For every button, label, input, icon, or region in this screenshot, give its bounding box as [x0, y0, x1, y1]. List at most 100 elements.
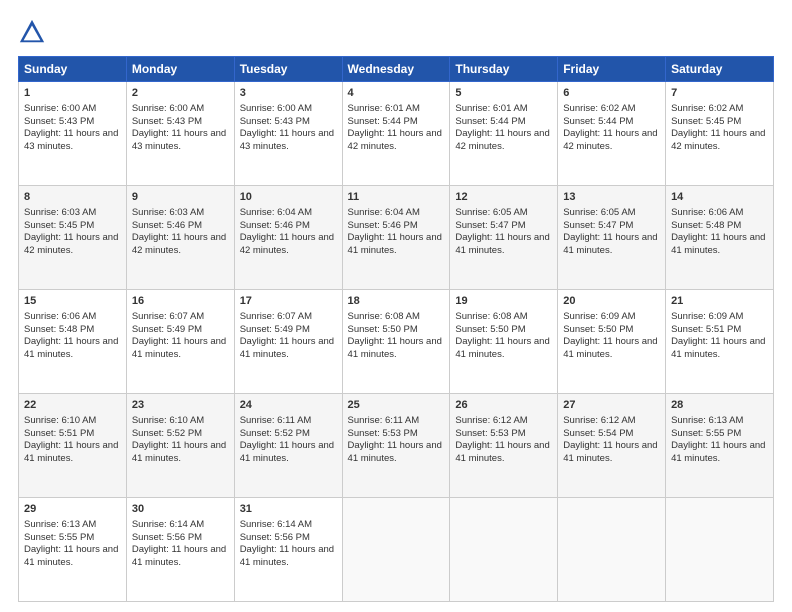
sunset-label: Sunset: 5:48 PM [671, 220, 741, 231]
sunrise-label: Sunrise: 6:10 AM [132, 415, 204, 426]
day-number: 23 [132, 398, 229, 413]
day-number: 13 [563, 190, 660, 205]
sunrise-label: Sunrise: 6:13 AM [24, 519, 96, 530]
sunset-label: Sunset: 5:55 PM [671, 428, 741, 439]
sunrise-label: Sunrise: 6:12 AM [563, 415, 635, 426]
sunset-label: Sunset: 5:43 PM [24, 116, 94, 127]
sunset-label: Sunset: 5:47 PM [455, 220, 525, 231]
calendar-week-2: 8Sunrise: 6:03 AMSunset: 5:45 PMDaylight… [19, 186, 774, 290]
sunrise-label: Sunrise: 6:03 AM [24, 207, 96, 218]
daylight-label: Daylight: 11 hours and 41 minutes. [455, 336, 549, 360]
sunrise-label: Sunrise: 6:03 AM [132, 207, 204, 218]
sunset-label: Sunset: 5:50 PM [348, 324, 418, 335]
daylight-label: Daylight: 11 hours and 41 minutes. [240, 336, 334, 360]
sunrise-label: Sunrise: 6:08 AM [455, 311, 527, 322]
sunrise-label: Sunrise: 6:14 AM [132, 519, 204, 530]
sunset-label: Sunset: 5:53 PM [348, 428, 418, 439]
sunrise-label: Sunrise: 6:06 AM [24, 311, 96, 322]
sunset-label: Sunset: 5:45 PM [24, 220, 94, 231]
page: SundayMondayTuesdayWednesdayThursdayFrid… [0, 0, 792, 612]
day-number: 18 [348, 294, 445, 309]
day-header-tuesday: Tuesday [234, 57, 342, 82]
sunrise-label: Sunrise: 6:04 AM [348, 207, 420, 218]
daylight-label: Daylight: 11 hours and 42 minutes. [240, 232, 334, 256]
calendar-cell: 31Sunrise: 6:14 AMSunset: 5:56 PMDayligh… [234, 498, 342, 602]
daylight-label: Daylight: 11 hours and 41 minutes. [240, 440, 334, 464]
calendar-cell: 15Sunrise: 6:06 AMSunset: 5:48 PMDayligh… [19, 290, 127, 394]
sunset-label: Sunset: 5:44 PM [563, 116, 633, 127]
daylight-label: Daylight: 11 hours and 41 minutes. [671, 440, 765, 464]
daylight-label: Daylight: 11 hours and 41 minutes. [671, 336, 765, 360]
day-number: 11 [348, 190, 445, 205]
day-number: 17 [240, 294, 337, 309]
calendar-cell: 18Sunrise: 6:08 AMSunset: 5:50 PMDayligh… [342, 290, 450, 394]
calendar-cell: 16Sunrise: 6:07 AMSunset: 5:49 PMDayligh… [126, 290, 234, 394]
day-number: 3 [240, 86, 337, 101]
sunrise-label: Sunrise: 6:02 AM [671, 103, 743, 114]
sunrise-label: Sunrise: 6:02 AM [563, 103, 635, 114]
calendar-cell: 4Sunrise: 6:01 AMSunset: 5:44 PMDaylight… [342, 82, 450, 186]
sunrise-label: Sunrise: 6:09 AM [671, 311, 743, 322]
calendar-cell: 1 Sunrise: 6:00 AM Sunset: 5:43 PMDaylight… [19, 82, 127, 186]
daylight-label: Daylight: 11 hours and 41 minutes. [348, 232, 442, 256]
daylight-label: Daylight: 11 hours and 41 minutes. [455, 440, 549, 464]
daylight-label: Daylight: 11 hours and 43 minutes. [132, 128, 226, 152]
sunrise-label: Sunrise: 6:04 AM [240, 207, 312, 218]
sunset-label: Sunset: 5:54 PM [563, 428, 633, 439]
daylight-label: Daylight: 11 hours and 41 minutes. [348, 440, 442, 464]
day-header-monday: Monday [126, 57, 234, 82]
sunset-label: Sunset: 5:51 PM [671, 324, 741, 335]
day-number: 16 [132, 294, 229, 309]
calendar-cell: 23Sunrise: 6:10 AMSunset: 5:52 PMDayligh… [126, 394, 234, 498]
daylight-label: Daylight: 11 hours and 41 minutes. [240, 544, 334, 568]
sunset-label: Sunset: 5:48 PM [24, 324, 94, 335]
daylight-label: Daylight: 11 hours and 43 minutes. [24, 128, 118, 152]
logo [18, 18, 50, 46]
calendar-cell: 29Sunrise: 6:13 AMSunset: 5:55 PMDayligh… [19, 498, 127, 602]
day-number: 5 [455, 86, 552, 101]
sunset-label: Sunset: 5:56 PM [132, 532, 202, 543]
daylight-label: Daylight: 11 hours and 41 minutes. [348, 336, 442, 360]
sunset-label: Sunset: 5:47 PM [563, 220, 633, 231]
day-number: 24 [240, 398, 337, 413]
day-number: 21 [671, 294, 768, 309]
calendar-header-row: SundayMondayTuesdayWednesdayThursdayFrid… [19, 57, 774, 82]
daylight-label: Daylight: 11 hours and 41 minutes. [563, 440, 657, 464]
sunrise-label: Sunrise: 6:00 AM [240, 103, 312, 114]
daylight-label: Daylight: 11 hours and 41 minutes. [132, 544, 226, 568]
daylight-label: Daylight: 11 hours and 42 minutes. [24, 232, 118, 256]
day-number: 30 [132, 502, 229, 517]
sunrise-label: Sunrise: 6:05 AM [455, 207, 527, 218]
sunrise-label: Sunrise: 6:07 AM [240, 311, 312, 322]
sunset-label: Sunset: 5:44 PM [348, 116, 418, 127]
daylight-label: Daylight: 11 hours and 42 minutes. [563, 128, 657, 152]
day-number: 8 [24, 190, 121, 205]
sunrise-label: Sunrise: 6:09 AM [563, 311, 635, 322]
calendar-cell: 13Sunrise: 6:05 AMSunset: 5:47 PMDayligh… [558, 186, 666, 290]
daylight-label: Daylight: 11 hours and 42 minutes. [132, 232, 226, 256]
calendar-cell: 26Sunrise: 6:12 AMSunset: 5:53 PMDayligh… [450, 394, 558, 498]
sunrise-label: Sunrise: 6:01 AM [455, 103, 527, 114]
calendar-cell: 6Sunrise: 6:02 AMSunset: 5:44 PMDaylight… [558, 82, 666, 186]
day-number: 1 [24, 86, 121, 101]
day-number: 26 [455, 398, 552, 413]
daylight-label: Daylight: 11 hours and 41 minutes. [671, 232, 765, 256]
calendar-cell: 27Sunrise: 6:12 AMSunset: 5:54 PMDayligh… [558, 394, 666, 498]
day-number: 12 [455, 190, 552, 205]
calendar-cell: 17Sunrise: 6:07 AMSunset: 5:49 PMDayligh… [234, 290, 342, 394]
sunset-label: Sunset: 5:46 PM [348, 220, 418, 231]
sunrise-label: Sunrise: 6:11 AM [240, 415, 312, 426]
calendar-cell: 10Sunrise: 6:04 AMSunset: 5:46 PMDayligh… [234, 186, 342, 290]
sunset-label: Sunset: 5:43 PM [240, 116, 310, 127]
daylight-label: Daylight: 11 hours and 41 minutes. [24, 440, 118, 464]
calendar-cell: 14Sunrise: 6:06 AMSunset: 5:48 PMDayligh… [666, 186, 774, 290]
calendar-cell: 7Sunrise: 6:02 AMSunset: 5:45 PMDaylight… [666, 82, 774, 186]
sunrise-label: Sunrise: 6:00 AM [24, 103, 96, 114]
sunset-label: Sunset: 5:50 PM [563, 324, 633, 335]
sunrise-label: Sunrise: 6:10 AM [24, 415, 96, 426]
daylight-label: Daylight: 11 hours and 41 minutes. [563, 232, 657, 256]
sunset-label: Sunset: 5:52 PM [132, 428, 202, 439]
calendar-cell [450, 498, 558, 602]
daylight-label: Daylight: 11 hours and 41 minutes. [455, 232, 549, 256]
sunrise-label: Sunrise: 6:13 AM [671, 415, 743, 426]
